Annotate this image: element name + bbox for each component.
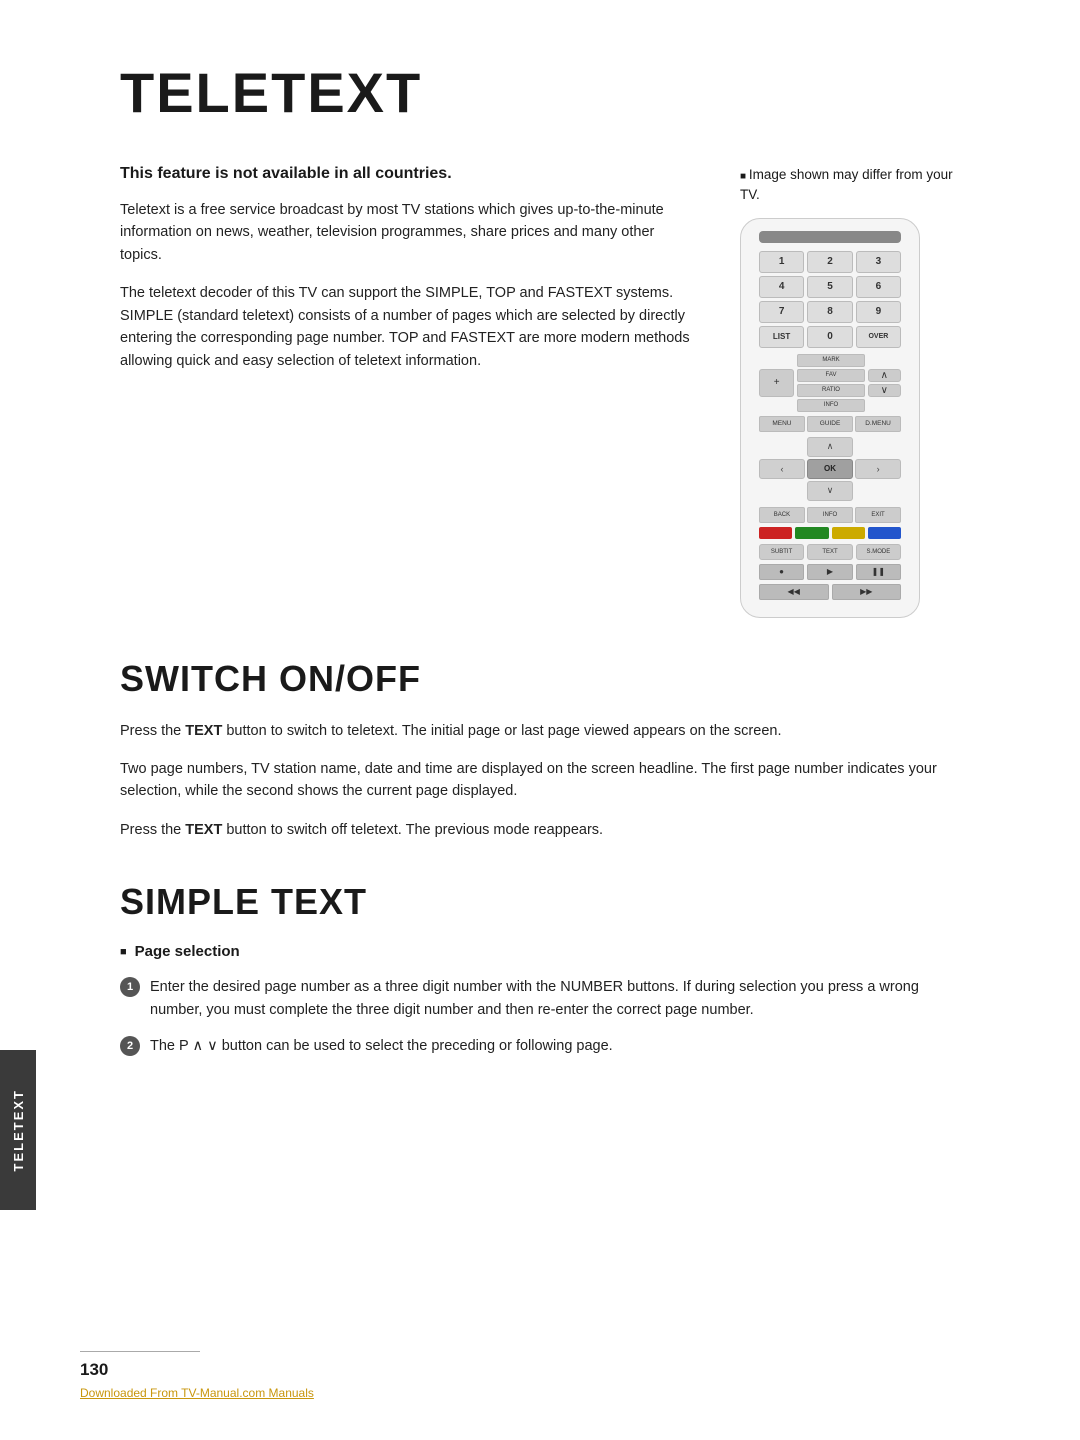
remote-btn-3: 3 bbox=[856, 251, 901, 273]
remote-btn-4: 4 bbox=[759, 276, 804, 298]
remote-guide-btn: GUIDE bbox=[807, 416, 853, 432]
remote-rec-btn: ● bbox=[759, 564, 804, 580]
subsection-page-selection: Page selection bbox=[120, 943, 960, 960]
remote-smode-btn: S.MODE bbox=[856, 544, 901, 560]
simple-text-heading: SIMPLE TEXT bbox=[120, 881, 960, 923]
feature-notice: This feature is not available in all cou… bbox=[120, 165, 700, 183]
remote-vol-plus: + bbox=[759, 369, 795, 397]
switch-paragraph3: Press the TEXT button to switch off tele… bbox=[120, 819, 960, 841]
remote-btn-0: 0 bbox=[807, 326, 852, 348]
remote-back-row: BACK INFO EXIT bbox=[759, 507, 901, 523]
list-item-1-text: Enter the desired page number as a three… bbox=[150, 976, 960, 1021]
remote-btn-5: 5 bbox=[807, 276, 852, 298]
remote-pause-btn: ❚❚ bbox=[856, 564, 901, 580]
image-caption: Image shown may differ from your TV. bbox=[740, 165, 960, 206]
remote-control-image: 1 2 3 4 5 6 7 8 9 LIST 0 OVER bbox=[740, 218, 920, 618]
remote-exit-btn: EXIT bbox=[855, 507, 901, 523]
page-number: 130 bbox=[80, 1360, 108, 1380]
remote-btn-2: 2 bbox=[807, 251, 852, 273]
remote-play-btn: ▶ bbox=[807, 564, 852, 580]
remote-color-buttons bbox=[759, 527, 901, 539]
remote-vol-section: + MARK FAV RATIO INFO ∧ ∨ bbox=[759, 354, 901, 412]
intro-paragraph2: The teletext decoder of this TV can supp… bbox=[120, 282, 700, 372]
page-footer: 130 Downloaded From TV-Manual.com Manual… bbox=[0, 1351, 1080, 1401]
remote-right-btn: › bbox=[855, 459, 901, 479]
page-title: TELETEXT bbox=[120, 60, 960, 125]
list-item-2: 2 The P ∧ ∨ button can be used to select… bbox=[120, 1035, 960, 1057]
remote-btn-7: 7 bbox=[759, 301, 804, 323]
remote-ok-btn: OK bbox=[807, 459, 853, 479]
remote-subtitle-btn: SUBTIT bbox=[759, 544, 804, 560]
remote-btn-list: LIST bbox=[759, 326, 804, 348]
remote-blue-btn bbox=[868, 527, 901, 539]
remote-ch-up: ∧ bbox=[868, 369, 902, 382]
intro-section: This feature is not available in all cou… bbox=[120, 165, 960, 618]
list-num-1: 1 bbox=[120, 977, 140, 997]
remote-playback-row2: ◀◀ ▶▶ bbox=[759, 584, 901, 600]
side-tab: TELETEXT bbox=[0, 1050, 36, 1210]
page: TELETEXT TELETEXT This feature is not av… bbox=[0, 0, 1080, 1440]
list-item-2-text: The P ∧ ∨ button can be used to select t… bbox=[150, 1035, 613, 1057]
remote-dpad: ∧ ‹ OK › ∨ bbox=[759, 437, 901, 501]
remote-menu-row: MENU GUIDE D.MENU bbox=[759, 416, 901, 432]
remote-vol-labels: MARK FAV RATIO INFO bbox=[797, 354, 864, 412]
remote-mark-btn: MARK bbox=[797, 354, 864, 367]
remote-down-btn: ∨ bbox=[807, 481, 853, 501]
remote-ratio-btn: RATIO bbox=[797, 384, 864, 397]
list-item-1: 1 Enter the desired page number as a thr… bbox=[120, 976, 960, 1021]
simple-text-list: 1 Enter the desired page number as a thr… bbox=[120, 976, 960, 1057]
side-tab-label: TELETEXT bbox=[11, 1089, 26, 1171]
remote-info-btn: INFO bbox=[807, 507, 853, 523]
remote-ff-btn: ▶▶ bbox=[832, 584, 902, 600]
remote-ch-dn: ∨ bbox=[868, 384, 902, 397]
remote-subtitle-row: SUBTIT TEXT S.MODE bbox=[759, 544, 901, 560]
remote-btn-9: 9 bbox=[856, 301, 901, 323]
remote-text-btn: TEXT bbox=[807, 544, 852, 560]
remote-btn-6: 6 bbox=[856, 276, 901, 298]
remote-rw-btn: ◀◀ bbox=[759, 584, 829, 600]
remote-btn-over: OVER bbox=[856, 326, 901, 348]
intro-left-col: This feature is not available in all cou… bbox=[120, 165, 700, 618]
remote-green-btn bbox=[795, 527, 828, 539]
remote-left-btn: ‹ bbox=[759, 459, 805, 479]
intro-paragraph1: Teletext is a free service broadcast by … bbox=[120, 199, 700, 266]
remote-dmenu-btn: D.MENU bbox=[855, 416, 901, 432]
remote-btn-8: 8 bbox=[807, 301, 852, 323]
footer-link[interactable]: Downloaded From TV-Manual.com Manuals bbox=[80, 1386, 314, 1400]
remote-back-btn: BACK bbox=[759, 507, 805, 523]
remote-mute-btn: INFO bbox=[797, 399, 864, 412]
intro-right-col: Image shown may differ from your TV. 1 2… bbox=[740, 165, 960, 618]
list-num-2: 2 bbox=[120, 1036, 140, 1056]
remote-btn-1: 1 bbox=[759, 251, 804, 273]
switch-section-heading: SWITCH ON/OFF bbox=[120, 658, 960, 700]
switch-paragraph2: Two page numbers, TV station name, date … bbox=[120, 758, 960, 803]
remote-menu-btn: MENU bbox=[759, 416, 805, 432]
remote-yellow-btn bbox=[832, 527, 865, 539]
switch-paragraph1: Press the TEXT button to switch to telet… bbox=[120, 720, 960, 742]
remote-fav-btn: FAV bbox=[797, 369, 864, 382]
footer-divider bbox=[80, 1351, 200, 1353]
remote-red-btn bbox=[759, 527, 792, 539]
remote-playback-row: ● ▶ ❚❚ bbox=[759, 564, 901, 580]
remote-up-btn: ∧ bbox=[807, 437, 853, 457]
